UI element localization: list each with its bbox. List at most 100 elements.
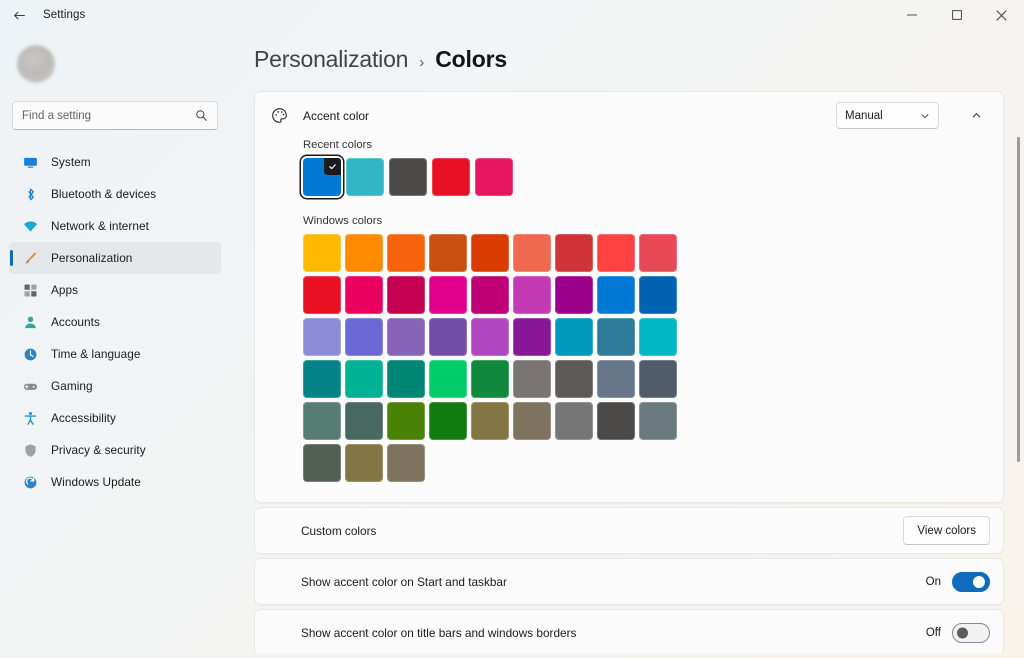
windows-color-swatch[interactable] <box>555 402 593 440</box>
sidebar-item-label: Network & internet <box>51 219 149 233</box>
windows-color-swatch[interactable] <box>597 276 635 314</box>
windows-color-swatch[interactable] <box>555 318 593 356</box>
windows-color-swatch[interactable] <box>471 402 509 440</box>
maximize-button[interactable] <box>934 0 979 30</box>
sidebar-item-privacy-security[interactable]: Privacy & security <box>9 434 221 466</box>
windows-color-swatch[interactable] <box>303 276 341 314</box>
windows-color-swatch[interactable] <box>345 402 383 440</box>
windows-color-swatch[interactable] <box>387 402 425 440</box>
shield-icon <box>22 442 38 458</box>
windows-color-swatch[interactable] <box>513 276 551 314</box>
windows-color-swatch[interactable] <box>513 234 551 272</box>
sidebar-item-network-internet[interactable]: Network & internet <box>9 210 221 242</box>
windows-color-swatch[interactable] <box>471 276 509 314</box>
close-button[interactable] <box>979 0 1024 30</box>
custom-colors-row: Custom colors View colors <box>255 508 1003 553</box>
windows-color-swatch[interactable] <box>597 318 635 356</box>
windows-color-swatch[interactable] <box>513 402 551 440</box>
content-area: Personalization › Colors <box>230 30 1024 658</box>
windows-colors-row <box>303 402 989 440</box>
windows-color-swatch[interactable] <box>387 360 425 398</box>
minimize-button[interactable] <box>889 0 934 30</box>
sidebar-item-windows-update[interactable]: Windows Update <box>9 466 221 498</box>
view-colors-button[interactable]: View colors <box>903 516 990 545</box>
accent-title-bars-card: Show accent color on title bars and wind… <box>254 609 1004 653</box>
windows-color-swatch[interactable] <box>429 234 467 272</box>
clock-globe-icon <box>22 346 38 362</box>
windows-color-swatch[interactable] <box>303 402 341 440</box>
windows-color-swatch[interactable] <box>429 360 467 398</box>
windows-color-swatch[interactable] <box>639 402 677 440</box>
windows-color-swatch[interactable] <box>345 234 383 272</box>
sidebar-item-bluetooth-devices[interactable]: Bluetooth & devices <box>9 178 221 210</box>
search-box[interactable] <box>12 101 218 130</box>
windows-color-swatch[interactable] <box>303 360 341 398</box>
avatar <box>17 45 55 83</box>
accent-title-bars-row: Show accent color on title bars and wind… <box>255 610 1003 653</box>
recent-color-swatch[interactable] <box>303 158 341 196</box>
user-profile[interactable] <box>9 30 221 92</box>
windows-color-swatch[interactable] <box>597 234 635 272</box>
windows-colors-row <box>303 444 989 482</box>
windows-color-swatch[interactable] <box>387 444 425 482</box>
collapse-section-button[interactable] <box>962 102 990 129</box>
windows-colors-row <box>303 234 989 272</box>
settings-window: Settings <box>0 0 1024 658</box>
windows-color-swatch[interactable] <box>387 276 425 314</box>
windows-color-swatch[interactable] <box>387 234 425 272</box>
windows-color-swatch[interactable] <box>555 234 593 272</box>
windows-color-swatch[interactable] <box>639 318 677 356</box>
windows-color-swatch[interactable] <box>597 402 635 440</box>
windows-color-swatch[interactable] <box>555 276 593 314</box>
accessibility-icon <box>22 410 38 426</box>
windows-color-swatch[interactable] <box>429 318 467 356</box>
windows-color-swatch[interactable] <box>429 276 467 314</box>
back-button[interactable] <box>0 0 38 30</box>
window-body: System Bluetooth & devices Network & int… <box>0 30 1024 658</box>
windows-color-swatch[interactable] <box>639 360 677 398</box>
windows-color-swatch[interactable] <box>345 276 383 314</box>
accent-start-taskbar-toggle[interactable] <box>952 572 990 592</box>
windows-color-swatch[interactable] <box>597 360 635 398</box>
paintbrush-icon <box>22 250 38 266</box>
windows-color-swatch[interactable] <box>345 318 383 356</box>
windows-color-swatch[interactable] <box>345 360 383 398</box>
windows-color-swatch[interactable] <box>303 444 341 482</box>
windows-color-swatch[interactable] <box>471 360 509 398</box>
windows-color-swatch[interactable] <box>639 276 677 314</box>
recent-color-swatch[interactable] <box>346 158 384 196</box>
sidebar-item-personalization[interactable]: Personalization <box>9 242 221 274</box>
sidebar-item-gaming[interactable]: Gaming <box>9 370 221 402</box>
windows-color-swatch[interactable] <box>555 360 593 398</box>
vertical-scrollbar[interactable] <box>1017 137 1020 462</box>
windows-color-swatch[interactable] <box>303 318 341 356</box>
windows-color-swatch[interactable] <box>429 402 467 440</box>
palette-icon <box>269 106 289 126</box>
sidebar-item-apps[interactable]: Apps <box>9 274 221 306</box>
sidebar-item-time-language[interactable]: Time & language <box>9 338 221 370</box>
sidebar-item-accessibility[interactable]: Accessibility <box>9 402 221 434</box>
windows-color-swatch[interactable] <box>513 318 551 356</box>
windows-color-swatch[interactable] <box>471 318 509 356</box>
window-title: Settings <box>43 9 85 21</box>
accent-title-bars-toggle[interactable] <box>952 623 990 643</box>
windows-color-swatch[interactable] <box>387 318 425 356</box>
windows-colors-group: Windows colors <box>303 215 989 482</box>
windows-color-swatch[interactable] <box>639 234 677 272</box>
profile-text <box>66 62 190 67</box>
recent-color-swatch[interactable] <box>475 158 513 196</box>
search-input[interactable] <box>22 110 195 122</box>
windows-color-swatch[interactable] <box>303 234 341 272</box>
sidebar-item-accounts[interactable]: Accounts <box>9 306 221 338</box>
breadcrumb-parent[interactable]: Personalization <box>254 46 408 73</box>
accent-start-taskbar-card: Show accent color on Start and taskbar O… <box>254 558 1004 605</box>
sidebar-item-system[interactable]: System <box>9 146 221 178</box>
recent-color-swatch[interactable] <box>389 158 427 196</box>
windows-color-swatch[interactable] <box>345 444 383 482</box>
windows-color-swatch[interactable] <box>471 234 509 272</box>
recent-color-swatch[interactable] <box>432 158 470 196</box>
wifi-icon <box>22 218 38 234</box>
windows-color-swatch[interactable] <box>513 360 551 398</box>
sidebar-item-label: Gaming <box>51 379 93 393</box>
accent-mode-dropdown[interactable]: Manual <box>836 102 939 129</box>
